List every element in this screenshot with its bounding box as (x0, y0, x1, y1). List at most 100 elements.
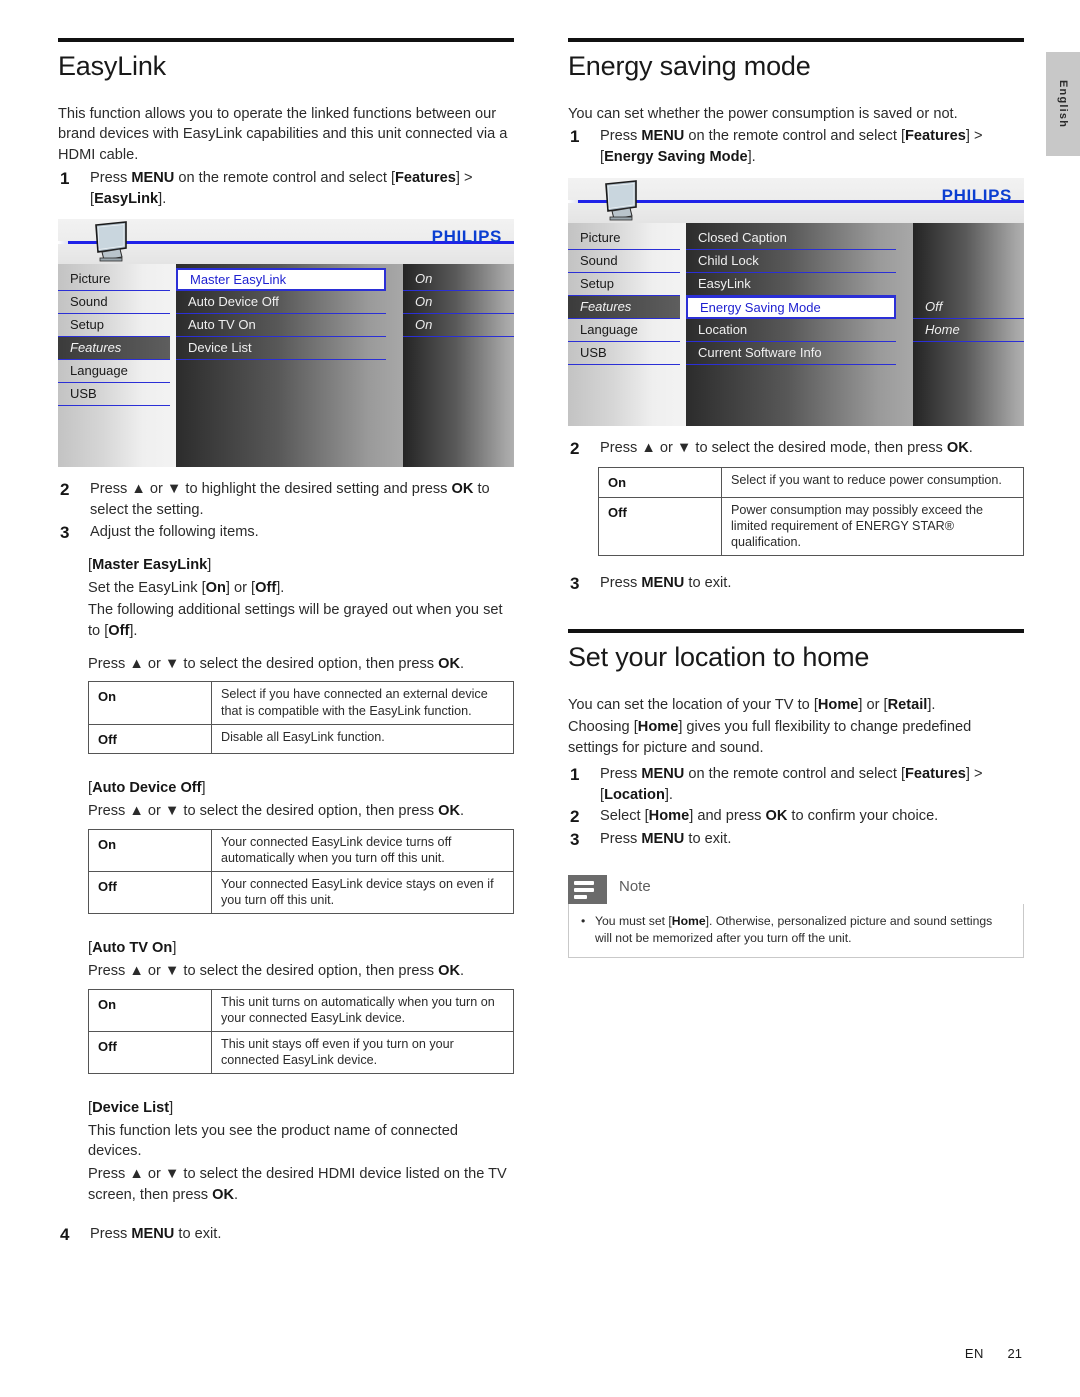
easylink-step-4: 4 Press MENU to exit. (58, 1224, 514, 1246)
auto-device-off-title: [Auto Device Off] (88, 780, 206, 797)
tv-menu-body: Picture Sound Setup Features Language US… (568, 222, 1024, 426)
tv-menu-value-current-software-info (913, 342, 1024, 365)
step-text: Press MENU to exit. (600, 831, 732, 848)
tv-menu-column-settings: Master EasyLink Auto Device Off Auto TV … (176, 264, 403, 468)
page-title-energy-saving: Energy saving mode (568, 51, 811, 81)
heading-rule (568, 628, 1024, 633)
easylink-step-1: 1 Press MENU on the remote control and s… (58, 168, 514, 209)
tv-menu-setting-master-easylink[interactable]: Master EasyLink (176, 268, 386, 292)
left-column: EasyLink This function allows you to ope… (58, 38, 514, 1247)
tv-menu-item-setup[interactable]: Setup (58, 314, 170, 338)
tv-menu-setting-energy-saving-mode[interactable]: Energy Saving Mode (686, 295, 896, 319)
step-text: Adjust the following items. (90, 523, 259, 540)
tv-menu-header: PHILIPS (58, 219, 514, 265)
language-tab-label: English (1057, 79, 1069, 129)
tv-menu-item-picture[interactable]: Picture (58, 268, 170, 292)
easylink-step-3: 3 Adjust the following items. (58, 522, 514, 544)
tv-menu-setting-device-list[interactable]: Device List (176, 337, 386, 361)
option-desc: Disable all EasyLink function. (211, 723, 514, 755)
table-row: On Select if you have connected an exter… (88, 681, 514, 725)
tv-menu-setting-current-software-info[interactable]: Current Software Info (686, 342, 896, 365)
note-header: Note (568, 875, 1024, 905)
option-key: On (88, 681, 212, 725)
option-desc: This unit turns on automatically when yo… (211, 988, 514, 1032)
energy-step-2: 2 Press ▲ or ▼ to select the desired mod… (568, 438, 1024, 460)
option-desc: Select if you have connected an external… (211, 681, 514, 725)
option-key: On (88, 828, 212, 872)
step-number: 1 (570, 127, 580, 147)
footer-page-number: 21 (1007, 1346, 1022, 1361)
option-desc: Your connected EasyLink device turns off… (211, 828, 514, 872)
tv-icon (95, 221, 127, 262)
master-easylink-line2: The following additional settings will b… (88, 602, 503, 639)
tv-menu-item-language[interactable]: Language (568, 319, 680, 342)
option-key: Off (88, 870, 212, 915)
step-number: 2 (570, 807, 580, 827)
step-number: 2 (570, 438, 580, 458)
tv-menu-column-categories: Picture Sound Setup Features Language US… (568, 222, 686, 426)
tv-menu-item-sound[interactable]: Sound (58, 291, 170, 315)
tv-menu-column-values: On On On (403, 264, 514, 468)
tv-menu-value-auto-tv-on: On (403, 314, 514, 338)
device-list-title: [Device List] (88, 1100, 174, 1116)
tv-menu-item-features[interactable]: Features (58, 337, 170, 361)
table-row: On This unit turns on automatically when… (88, 988, 514, 1032)
bullet-icon: • (581, 914, 586, 929)
master-easylink-block: [Master EasyLink] Set the EasyLink [On] … (88, 555, 514, 642)
step-number: 1 (570, 764, 580, 784)
note-text: You must set [Home]. Otherwise, personal… (595, 914, 993, 945)
location-step-3: 3 Press MENU to exit. (568, 829, 1024, 851)
note-box: Note • You must set [Home]. Otherwise, p… (568, 875, 1024, 959)
tv-menu-setting-child-lock[interactable]: Child Lock (686, 250, 896, 273)
option-key: Off (598, 496, 722, 556)
step-text: Press MENU to exit. (90, 1225, 222, 1242)
tv-menu-setting-location[interactable]: Location (686, 319, 896, 342)
philips-logo: PHILIPS (941, 185, 1012, 205)
location-section: Set your location to home You can set th… (568, 628, 1024, 959)
step-number: 2 (60, 480, 70, 500)
right-column: Energy saving mode You can set whether t… (568, 38, 1024, 959)
tv-menu-column-categories: Picture Sound Setup Features Language US… (58, 264, 176, 468)
energy-step-3: 3 Press MENU to exit. (568, 573, 1024, 595)
tv-menu-body: Picture Sound Setup Features Language US… (58, 264, 514, 468)
manual-page: EasyLink This function allows you to ope… (0, 0, 1080, 1397)
step-number: 3 (570, 830, 580, 850)
page-title-location: Set your location to home (568, 641, 870, 672)
tv-menu-setting-auto-device-off[interactable]: Auto Device Off (176, 291, 386, 315)
tv-menu-item-picture[interactable]: Picture (568, 227, 680, 250)
table-row: Off This unit stays off even if you turn… (88, 1030, 514, 1075)
heading-rule (568, 38, 1024, 42)
location-intro-2: Choosing [Home] gives you full flexibili… (568, 719, 972, 757)
auto-device-off-options-table: On Your connected EasyLink device turns … (88, 828, 514, 915)
table-row: Off Power consumption may possibly excee… (598, 496, 1024, 556)
tv-menu-screenshot-easylink: PHILIPS Picture Sound Setup Features Lan… (58, 219, 514, 468)
step-number: 4 (60, 1224, 70, 1244)
tv-menu-header: PHILIPS (568, 177, 1024, 223)
table-row: On Select if you want to reduce power co… (598, 466, 1024, 498)
option-key: On (88, 988, 212, 1032)
tv-menu-item-sound[interactable]: Sound (568, 250, 680, 273)
tv-menu-setting-auto-tv-on[interactable]: Auto TV On (176, 314, 386, 338)
easylink-intro: This function allows you to operate the … (58, 105, 508, 164)
tv-menu-setting-easylink[interactable]: EasyLink (686, 273, 896, 296)
tv-menu-item-features[interactable]: Features (568, 295, 680, 319)
tv-menu-item-usb[interactable]: USB (58, 383, 170, 407)
easylink-step-2: 2 Press ▲ or ▼ to highlight the desired … (58, 479, 514, 520)
step-number: 3 (60, 522, 70, 542)
device-list-line1: This function lets you see the product n… (88, 1122, 458, 1160)
step-text: Press MENU on the remote control and sel… (90, 169, 473, 207)
heading-rule (58, 38, 514, 42)
note-body: • You must set [Home]. Otherwise, person… (568, 904, 1024, 959)
tv-menu-item-usb[interactable]: USB (568, 342, 680, 365)
tv-menu-value-auto-device-off: On (403, 291, 514, 315)
language-tab: English (1046, 52, 1080, 156)
table-row: Off Your connected EasyLink device stays… (88, 870, 514, 915)
tv-menu-setting-closed-caption[interactable]: Closed Caption (686, 227, 896, 250)
tv-menu-value-easylink (913, 273, 1024, 296)
step-text: Press ▲ or ▼ to highlight the desired se… (90, 481, 490, 518)
tv-menu-item-language[interactable]: Language (58, 360, 170, 384)
master-easylink-title: [Master EasyLink] (88, 556, 212, 573)
step-text: Press ▲ or ▼ to select the desired mode,… (600, 439, 973, 456)
energy-saving-section: Energy saving mode You can set whether t… (568, 38, 1024, 595)
tv-menu-item-setup[interactable]: Setup (568, 273, 680, 296)
